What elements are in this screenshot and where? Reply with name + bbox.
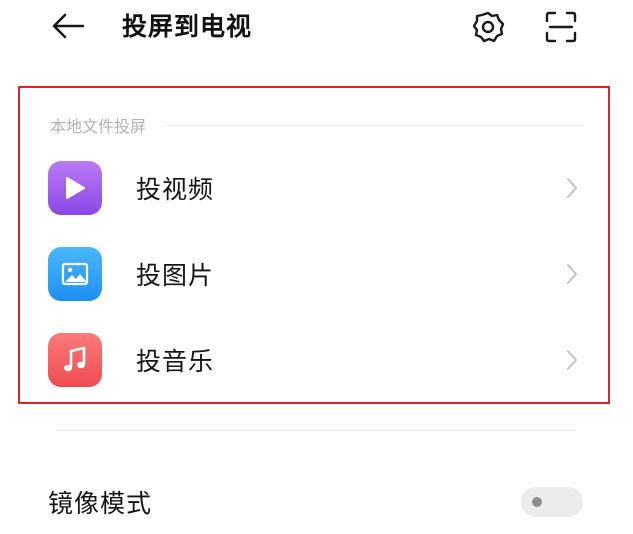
local-file-cast-section: 本地文件投屏 投视频 投图片 投音乐 <box>18 86 610 404</box>
page-title: 投屏到电视 <box>122 12 253 41</box>
image-icon <box>61 262 89 286</box>
music-note-icon <box>64 346 86 372</box>
scan-icon <box>545 11 577 43</box>
list-divider <box>56 430 576 431</box>
mirror-mode-label: 镜像模式 <box>48 489 153 518</box>
section-divider <box>164 124 585 126</box>
app-header: 投屏到电视 <box>0 0 633 56</box>
section-header: 本地文件投屏 <box>50 114 610 136</box>
image-app-icon <box>48 247 102 301</box>
cast-music-label: 投音乐 <box>136 347 215 376</box>
chevron-right-icon <box>562 260 582 288</box>
back-button[interactable] <box>48 10 88 42</box>
play-icon <box>66 177 85 199</box>
cast-video-row[interactable]: 投视频 <box>48 160 582 216</box>
scan-button[interactable] <box>540 8 582 46</box>
toggle-knob <box>532 497 542 507</box>
cast-music-row[interactable]: 投音乐 <box>48 332 582 388</box>
arrow-left-icon <box>52 13 85 39</box>
cast-image-label: 投图片 <box>136 261 215 290</box>
video-app-icon <box>48 161 102 215</box>
section-title: 本地文件投屏 <box>50 117 147 136</box>
mirror-mode-row: 镜像模式 <box>48 480 583 524</box>
mirror-mode-toggle[interactable] <box>521 487 583 517</box>
gear-icon <box>472 11 505 43</box>
cast-video-label: 投视频 <box>136 175 215 204</box>
chevron-right-icon <box>562 174 582 202</box>
chevron-right-icon <box>562 346 582 374</box>
settings-button[interactable] <box>468 8 508 46</box>
cast-image-row[interactable]: 投图片 <box>48 246 582 302</box>
music-app-icon <box>48 333 102 387</box>
